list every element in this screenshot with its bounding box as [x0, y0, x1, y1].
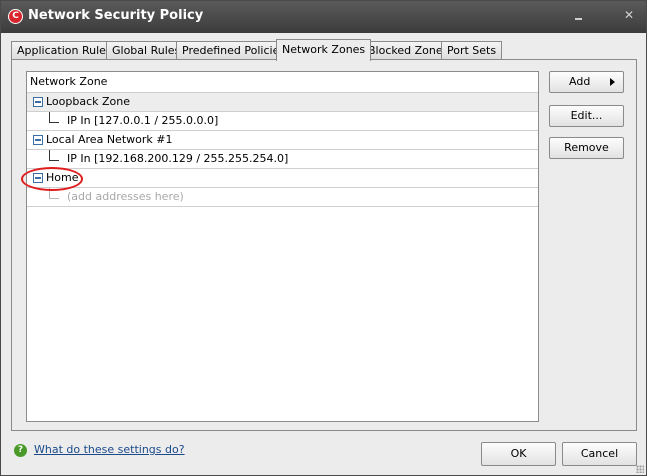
zone-address: IP In [127.0.0.1 / 255.0.0.0] [67, 114, 219, 127]
zone-name: Loopback Zone [46, 95, 131, 108]
network-zones-panel: Network Zone Loopback Zone IP In [127.0.… [11, 59, 637, 431]
zone-address-row[interactable]: IP In [127.0.0.1 / 255.0.0.0] [27, 112, 538, 131]
column-header-network-zone[interactable]: Network Zone [27, 72, 538, 93]
tab-global-rules[interactable]: Global Rules [106, 41, 187, 60]
remove-button[interactable]: Remove [549, 137, 624, 159]
tab-port-sets[interactable]: Port Sets [441, 41, 503, 60]
edit-button[interactable]: Edit... [549, 105, 624, 127]
zone-address-row[interactable]: IP In [192.168.200.129 / 255.255.254.0] [27, 150, 538, 169]
dropdown-arrow-icon [610, 78, 615, 86]
tab-network-zones[interactable]: Network Zones [276, 39, 372, 61]
help-icon: ? [14, 444, 27, 457]
home-highlight-annotation [21, 167, 83, 191]
network-zone-tree[interactable]: Network Zone Loopback Zone IP In [127.0.… [26, 71, 539, 422]
tree-branch-line [49, 150, 59, 161]
zone-row-local-area-network[interactable]: Local Area Network #1 [27, 131, 538, 150]
network-security-policy-window: C Network Security Policy ✕ Application … [0, 0, 647, 476]
collapse-icon[interactable] [33, 135, 43, 145]
close-icon[interactable]: ✕ [621, 7, 637, 23]
zone-address: IP In [192.168.200.129 / 255.255.254.0] [67, 152, 289, 165]
collapse-icon[interactable] [33, 97, 43, 107]
zone-row-home[interactable]: Home [27, 169, 538, 188]
window-title: Network Security Policy [28, 8, 204, 23]
add-address-placeholder-row[interactable]: (add addresses here) [27, 188, 538, 207]
tab-application-rules[interactable]: Application Rules [11, 41, 118, 60]
add-button[interactable]: Add [549, 71, 624, 93]
help-link[interactable]: What do these settings do? [34, 442, 185, 458]
title-bar[interactable]: C Network Security Policy ✕ [1, 1, 646, 33]
ok-button[interactable]: OK [481, 442, 556, 466]
tab-predefined-policies[interactable]: Predefined Policies [176, 41, 292, 60]
add-address-hint: (add addresses here) [67, 190, 184, 203]
cancel-button[interactable]: Cancel [562, 442, 637, 466]
app-logo-icon: C [8, 9, 23, 24]
tree-branch-line [49, 112, 59, 123]
add-button-label: Add [569, 75, 591, 88]
minimize-icon[interactable] [571, 7, 587, 23]
resize-grip[interactable] [636, 465, 644, 473]
zone-name: Local Area Network #1 [46, 133, 173, 146]
zone-row-loopback[interactable]: Loopback Zone [27, 93, 538, 112]
